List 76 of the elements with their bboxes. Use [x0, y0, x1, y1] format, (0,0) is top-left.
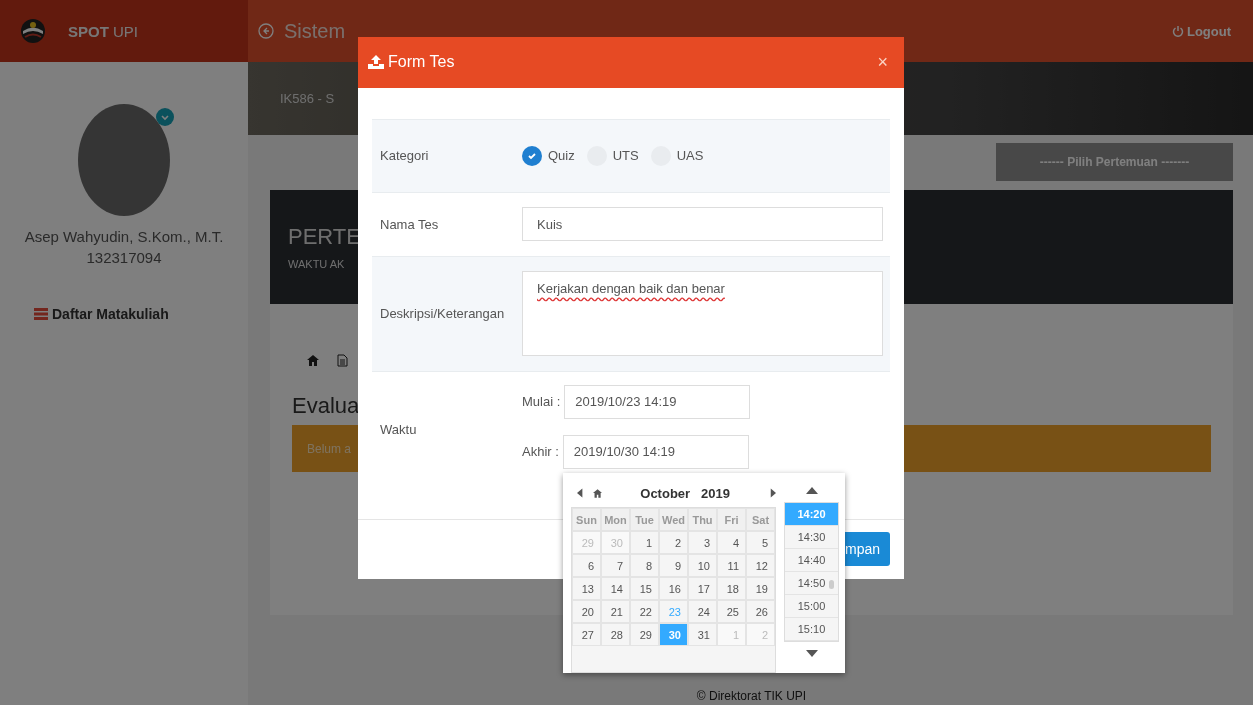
weekday-header: Thu — [688, 508, 717, 531]
power-icon — [1171, 25, 1184, 37]
weekday-header: Wed — [659, 508, 688, 531]
calendar-day[interactable]: 10 — [688, 554, 717, 577]
weekday-header: Tue — [630, 508, 659, 531]
footer-text: © Direktorat TIK UPI — [695, 689, 808, 703]
category-radio[interactable]: Quiz — [522, 145, 575, 166]
home-icon[interactable] — [307, 355, 319, 366]
calendar-day[interactable]: 6 — [572, 554, 601, 577]
calendar-day[interactable]: 9 — [659, 554, 688, 577]
calendar-day[interactable]: 29 — [630, 623, 659, 646]
calendar-day[interactable]: 5 — [746, 531, 775, 554]
calendar-day[interactable]: 12 — [746, 554, 775, 577]
scroll-down-icon[interactable] — [805, 650, 818, 657]
start-datetime-field[interactable]: 2019/10/23 14:19 — [564, 384, 751, 419]
time-option[interactable]: 14:30 — [785, 526, 838, 549]
home-icon[interactable] — [593, 487, 603, 499]
calendar-day[interactable]: 26 — [746, 600, 775, 623]
calendar-day[interactable]: 16 — [659, 577, 688, 600]
field-label: Deskripsi/Keterangan — [379, 306, 506, 322]
user-name: Asep Wahyudin, S.Kom., M.T. — [24, 228, 224, 245]
calendar-day[interactable]: 7 — [601, 554, 630, 577]
user-id: 132317094 — [86, 249, 162, 266]
weekday-header: Sun — [572, 508, 601, 531]
app-title: Sistem — [284, 19, 346, 43]
calendar-day[interactable]: 1 — [630, 531, 659, 554]
chevron-down-icon[interactable] — [156, 108, 174, 126]
test-name-field[interactable]: Kuis — [522, 207, 883, 242]
calendar-day[interactable]: 2 — [659, 531, 688, 554]
field-label: Nama Tes — [379, 216, 440, 232]
course-label: IK586 - S — [280, 91, 335, 106]
logo-icon — [20, 18, 46, 44]
calendar-day[interactable]: 4 — [717, 531, 746, 554]
scroll-up-icon[interactable] — [805, 487, 818, 494]
calendar-day[interactable]: 18 — [717, 577, 746, 600]
weekday-header: Sat — [746, 508, 775, 531]
calendar-day[interactable]: 13 — [572, 577, 601, 600]
start-label: Mulai : — [522, 394, 561, 410]
category-radio[interactable]: UTS — [586, 145, 639, 166]
calendar-day[interactable]: 28 — [601, 623, 630, 646]
month-year-label: October 2019 — [640, 485, 730, 501]
calendar-day[interactable]: 21 — [601, 600, 630, 623]
calendar-day[interactable]: 14 — [601, 577, 630, 600]
next-month-icon[interactable] — [769, 487, 776, 499]
upload-icon — [368, 55, 384, 70]
calendar-day[interactable]: 27 — [572, 623, 601, 646]
back-icon[interactable] — [258, 23, 274, 39]
modal-title: Form Tes — [388, 53, 455, 72]
calendar-day[interactable]: 17 — [688, 577, 717, 600]
section-heading: Evalua — [292, 393, 360, 419]
description-textarea[interactable]: Kerjakan dengan baik dan benar — [522, 271, 883, 357]
calendar-day[interactable]: 22 — [630, 600, 659, 623]
time-option[interactable]: 15:10 — [785, 618, 838, 641]
calendar-day[interactable]: 19 — [746, 577, 775, 600]
calendar-day[interactable]: 8 — [630, 554, 659, 577]
calendar-day[interactable]: 31 — [688, 623, 717, 646]
weekday-header: Mon — [601, 508, 630, 531]
time-option[interactable]: 15:00 — [785, 595, 838, 618]
weekday-header: Fri — [717, 508, 746, 531]
list-icon — [34, 308, 48, 320]
calendar-day[interactable]: 25 — [717, 600, 746, 623]
category-radio[interactable]: UAS — [650, 145, 704, 166]
calendar-day[interactable]: 11 — [717, 554, 746, 577]
sidebar-menu-item[interactable]: Daftar Matakuliah — [34, 306, 169, 322]
meeting-title: PERTE — [288, 224, 361, 250]
previous-month-icon[interactable] — [577, 487, 584, 499]
field-label: Kategori — [379, 148, 430, 164]
calendar-day[interactable]: 24 — [688, 600, 717, 623]
calendar-day[interactable]: 20 — [572, 600, 601, 623]
calendar-day[interactable]: 15 — [630, 577, 659, 600]
calendar-day[interactable]: 3 — [688, 531, 717, 554]
end-label: Akhir : — [522, 444, 559, 460]
end-datetime-field[interactable]: 2019/10/30 14:19 — [562, 434, 749, 469]
meeting-time: WAKTU AK — [288, 258, 345, 270]
document-icon[interactable] — [337, 354, 348, 367]
time-option[interactable]: 14:40 — [785, 549, 838, 572]
